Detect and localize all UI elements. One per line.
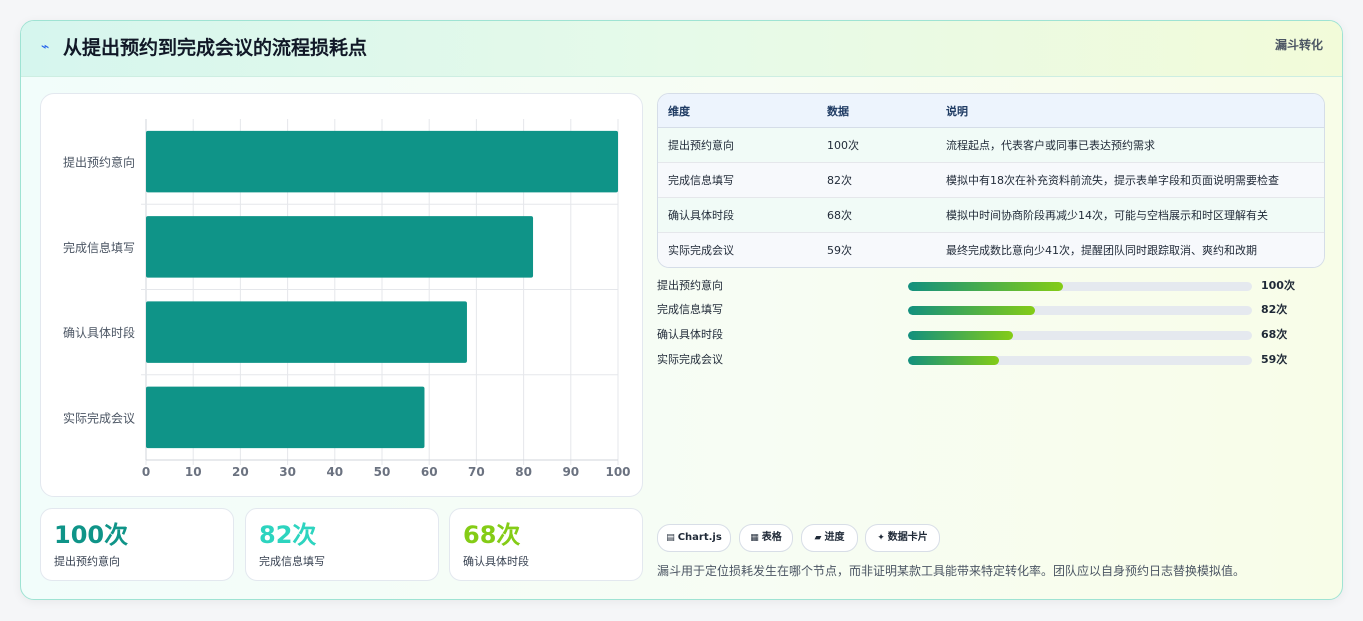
bar — [146, 386, 425, 449]
x-tick-label: 80 — [515, 465, 532, 479]
progress-fill — [908, 306, 1036, 315]
chip-label: 表格 — [761, 532, 782, 543]
card-title: 从提出预约到完成会议的流程损耗点 — [63, 37, 368, 59]
table-cell: 确认具体时段 — [658, 197, 817, 233]
footnote: 漏斗用于定位损耗发生在哪个节点，而非证明某款工具能带来特定转化率。团队应以自身预… — [657, 564, 1246, 578]
bar — [146, 301, 467, 363]
progress-label: 完成信息填写 — [657, 303, 723, 316]
x-tick-label: 100 — [605, 465, 630, 479]
y-tick-label: 提出预约意向 — [63, 155, 135, 170]
kpi-value: 100次 — [54, 521, 129, 549]
table-header-row: 维度 数据 说明 — [658, 94, 1324, 128]
x-tick-label: 90 — [562, 465, 579, 479]
chip-label: 数据卡片 — [887, 532, 928, 543]
progress-icon: ▰ — [814, 533, 822, 543]
kpi-label: 完成信息填写 — [259, 555, 325, 568]
x-tick-label: 10 — [185, 465, 202, 479]
table-cell: 100次 — [817, 127, 936, 163]
chip-label: 进度 — [824, 532, 845, 543]
progress-value: 68次 — [1261, 328, 1288, 341]
progress-fill — [908, 282, 1063, 291]
table-cell: 68次 — [817, 197, 936, 233]
funnel-card: ⌁ 从提出预约到完成会议的流程损耗点 漏斗转化 0 10 20 30 40 50 60 70 8… — [20, 20, 1343, 600]
table-cell: 最终完成数比意向少41次，提醒团队同时跟踪取消、爽约和改期 — [936, 232, 1324, 267]
y-tick-label: 实际完成会议 — [63, 410, 135, 425]
x-tick-label: 40 — [326, 465, 343, 479]
y-tick-label: 确认具体时段 — [63, 325, 135, 340]
column-header: 维度 — [658, 94, 817, 128]
table-row: 实际完成会议 59次 最终完成数比意向少41次，提醒团队同时跟踪取消、爽约和改期 — [658, 232, 1324, 267]
kpi-label: 提出预约意向 — [54, 555, 120, 568]
x-tick-label: 0 — [142, 465, 150, 479]
progress-fill — [908, 356, 1000, 365]
progress-row: 完成信息填写 82次 — [657, 301, 1323, 319]
table-cell: 59次 — [817, 232, 936, 267]
progress-track — [908, 331, 1252, 340]
chip-progress[interactable]: ▰ 进度 — [801, 524, 858, 552]
x-tick-label: 20 — [232, 465, 249, 479]
table-cell: 模拟中时间协商阶段再减少14次，可能与空档展示和时区理解有关 — [936, 197, 1324, 233]
progress-value: 82次 — [1261, 303, 1288, 316]
lightning-icon: ⌁ — [41, 39, 50, 55]
funnel-bar-chart: 0 10 20 30 40 50 60 70 80 90 100 提出预约意向 完成信息填写 确认具体时段… — [40, 93, 643, 497]
funnel-table: 维度 数据 说明 提出预约意向 100次 流程起点，代表客户或同事已表达预约需求… — [657, 93, 1325, 268]
table-row: 完成信息填写 82次 模拟中有18次在补充资料前流失，提示表单字段和页面说明需要… — [658, 162, 1324, 198]
progress-value: 100次 — [1261, 279, 1295, 292]
kpi-card-intent: 100次 提出预约意向 — [40, 508, 234, 581]
kpi-card-info: 82次 完成信息填写 — [245, 508, 439, 581]
progress-fill — [908, 331, 1013, 340]
progress-track — [908, 282, 1252, 291]
chip-label: Chart.js — [677, 532, 722, 543]
card-icon: ✦ — [877, 533, 885, 543]
x-tick-label: 70 — [468, 465, 485, 479]
chart-icon: ▤ — [666, 533, 675, 543]
kpi-value: 68次 — [463, 521, 521, 549]
chart-canvas: 0 10 20 30 40 50 60 70 80 90 100 提出预约意向完成信息填写确认具体时段… — [63, 119, 631, 479]
progress-value: 59次 — [1261, 353, 1288, 366]
progress-label: 提出预约意向 — [657, 279, 723, 292]
chip-chartjs[interactable]: ▤ Chart.js — [657, 524, 731, 552]
kpi-label: 确认具体时段 — [463, 555, 529, 568]
chip-table[interactable]: ▦ 表格 — [739, 524, 793, 552]
progress-track — [908, 356, 1252, 365]
table-row: 提出预约意向 100次 流程起点，代表客户或同事已表达预约需求 — [658, 127, 1324, 163]
table-cell: 实际完成会议 — [658, 232, 817, 267]
card-header: ⌁ 从提出预约到完成会议的流程损耗点 漏斗转化 — [21, 21, 1342, 77]
table-cell: 完成信息填写 — [658, 162, 817, 198]
table-row: 确认具体时段 68次 模拟中时间协商阶段再减少14次，可能与空档展示和时区理解有… — [658, 197, 1324, 233]
table-icon: ▦ — [750, 533, 759, 543]
x-tick-label: 60 — [421, 465, 438, 479]
progress-track — [908, 306, 1252, 315]
bar — [146, 216, 534, 278]
kpi-card-slot: 68次 确认具体时段 — [449, 508, 643, 581]
y-tick-label: 完成信息填写 — [63, 240, 135, 255]
table-cell: 模拟中有18次在补充资料前流失，提示表单字段和页面说明需要检查 — [936, 162, 1324, 198]
progress-row: 提出预约意向 100次 — [657, 277, 1323, 295]
column-header: 数据 — [817, 94, 936, 128]
progress-label: 实际完成会议 — [657, 353, 723, 366]
funnel-tag: 漏斗转化 — [1274, 38, 1323, 52]
table-cell: 流程起点，代表客户或同事已表达预约需求 — [936, 127, 1324, 163]
table-cell: 提出预约意向 — [658, 127, 817, 163]
bar — [146, 130, 618, 193]
kpi-value: 82次 — [259, 521, 317, 549]
chip-data-card[interactable]: ✦ 数据卡片 — [865, 524, 940, 552]
table-cell: 82次 — [817, 162, 936, 198]
x-tick-label: 50 — [374, 465, 391, 479]
progress-label: 确认具体时段 — [657, 328, 723, 341]
progress-row: 实际完成会议 59次 — [657, 351, 1323, 369]
progress-row: 确认具体时段 68次 — [657, 326, 1323, 344]
x-tick-label: 30 — [279, 465, 296, 479]
column-header: 说明 — [936, 94, 1324, 128]
